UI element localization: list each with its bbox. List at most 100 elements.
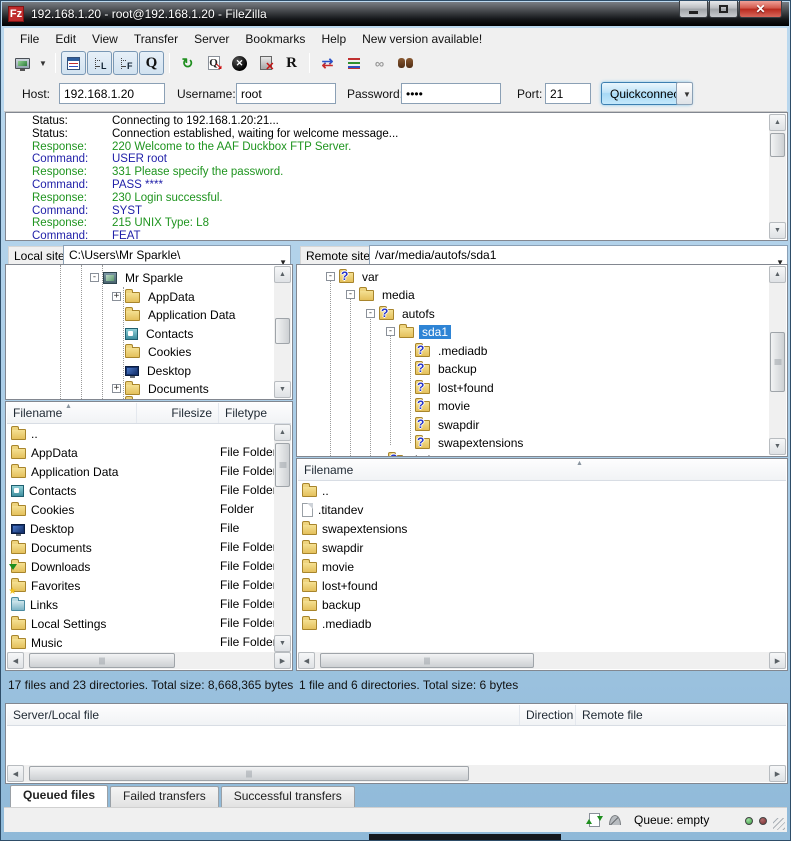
- tree-expander[interactable]: +: [112, 384, 121, 393]
- scroll-thumb[interactable]: [29, 653, 175, 668]
- local-list-hscrollbar[interactable]: ◀ ▶: [7, 652, 291, 669]
- scroll-thumb[interactable]: [770, 332, 785, 392]
- tree-expander[interactable]: +: [112, 399, 121, 400]
- tree-item-sda1[interactable]: - sda1: [298, 322, 451, 341]
- transfer-queue-pane[interactable]: Server/Local file Direction Remote file …: [5, 703, 788, 784]
- titlebar[interactable]: Fz 192.168.1.20 - root@192.168.1.20 - Fi…: [2, 2, 789, 26]
- scroll-up-icon[interactable]: ▲: [274, 266, 291, 283]
- menu-bookmarks[interactable]: Bookmarks: [237, 30, 313, 48]
- column-server-local-file[interactable]: Server/Local file: [7, 705, 520, 725]
- column-remote-file[interactable]: Remote file: [576, 705, 786, 725]
- tree-expander[interactable]: +: [112, 292, 121, 301]
- file-row[interactable]: lost+found: [298, 576, 378, 595]
- tree-item-mr-sparkle[interactable]: - Mr Sparkle: [7, 268, 186, 287]
- scroll-down-icon[interactable]: ▼: [274, 635, 291, 652]
- scroll-thumb[interactable]: [275, 443, 290, 487]
- scroll-down-icon[interactable]: ▼: [769, 438, 786, 455]
- cancel-button[interactable]: ✕: [227, 51, 252, 75]
- tree-expander[interactable]: -: [386, 327, 395, 336]
- menu-help[interactable]: Help: [313, 30, 354, 48]
- remote-file-list-pane[interactable]: Filename ▲ .. .titandev swapextensions s…: [296, 458, 788, 671]
- file-row[interactable]: .titandev: [298, 500, 363, 519]
- password-input[interactable]: [401, 83, 501, 104]
- tab-successful-transfers[interactable]: Successful transfers: [221, 786, 355, 807]
- file-row[interactable]: backup: [298, 595, 361, 614]
- file-row[interactable]: ContactsFile Folder: [7, 481, 76, 500]
- tree-item-autofs[interactable]: - autofs: [298, 304, 438, 323]
- tree-item-cookies[interactable]: Cookies: [7, 342, 194, 361]
- tree-item-swapdir[interactable]: swapdir: [298, 415, 482, 434]
- scroll-up-icon[interactable]: ▲: [769, 266, 786, 283]
- tree-expander[interactable]: -: [346, 290, 355, 299]
- tree-item-movie[interactable]: movie: [298, 396, 473, 415]
- find-files-button[interactable]: [393, 51, 418, 75]
- local-list-vscrollbar[interactable]: ▲ ▼: [274, 424, 291, 652]
- tree-item-lost-found[interactable]: lost+found: [298, 378, 497, 397]
- local-tree-pane[interactable]: - Mr Sparkle + AppData Application Data …: [5, 264, 293, 400]
- remote-tree-vscrollbar[interactable]: ▲ ▼: [769, 266, 786, 455]
- close-button[interactable]: ✕: [739, 1, 782, 18]
- file-row[interactable]: DesktopFile: [7, 519, 74, 538]
- transfer-type-icon[interactable]: [589, 813, 600, 827]
- tree-item-mediadb[interactable]: .mediadb: [298, 341, 490, 360]
- scroll-down-icon[interactable]: ▼: [769, 222, 786, 239]
- tree-item-contacts[interactable]: Contacts: [7, 324, 196, 343]
- filename-filters-button[interactable]: [341, 51, 366, 75]
- toggle-remote-tree-button[interactable]: F: [113, 51, 138, 75]
- file-row[interactable]: LinksFile Folder: [7, 595, 58, 614]
- file-row[interactable]: AppDataFile Folder: [7, 443, 78, 462]
- tree-item-downloads[interactable]: + Downloads: [7, 394, 210, 400]
- file-row[interactable]: DownloadsFile Folder: [7, 557, 90, 576]
- quickconnect-dropdown[interactable]: ▼: [676, 82, 693, 105]
- tree-expander[interactable]: -: [326, 272, 335, 281]
- file-row[interactable]: movie: [298, 557, 354, 576]
- tree-item-desktop[interactable]: Desktop: [7, 361, 194, 380]
- minimize-button[interactable]: [679, 1, 708, 18]
- scroll-left-icon[interactable]: ◀: [7, 765, 24, 782]
- file-row[interactable]: .mediadb: [298, 614, 371, 633]
- remote-list-hscrollbar[interactable]: ◀ ▶: [298, 652, 786, 669]
- site-manager-button[interactable]: [10, 51, 35, 75]
- column-filetype[interactable]: Filetype: [219, 403, 293, 423]
- scroll-up-icon[interactable]: ▲: [769, 114, 786, 131]
- process-queue-button[interactable]: Q↘: [201, 51, 226, 75]
- menu-server[interactable]: Server: [186, 30, 237, 48]
- refresh-button[interactable]: ↻: [175, 51, 200, 75]
- file-row[interactable]: swapdir: [298, 538, 363, 557]
- menu-file[interactable]: File: [12, 30, 47, 48]
- local-tree-vscrollbar[interactable]: ▲ ▼: [274, 266, 291, 398]
- remote-site-combo[interactable]: /var/media/autofs/sda1 ▼: [369, 245, 788, 266]
- resize-grip[interactable]: [773, 818, 785, 830]
- host-input[interactable]: [59, 83, 165, 104]
- menu-transfer[interactable]: Transfer: [126, 30, 186, 48]
- tree-item-backup[interactable]: backup: [298, 359, 480, 378]
- menu-edit[interactable]: Edit: [47, 30, 84, 48]
- tab-queued-files[interactable]: Queued files: [10, 785, 108, 807]
- column-direction[interactable]: Direction: [520, 705, 576, 725]
- tree-item-application-data[interactable]: Application Data: [7, 305, 238, 324]
- column-filename[interactable]: Filename: [298, 460, 786, 480]
- directory-comparison-button[interactable]: ⇄: [315, 51, 340, 75]
- scroll-thumb[interactable]: [29, 766, 469, 781]
- tree-item-appdata[interactable]: + AppData: [7, 287, 198, 306]
- speed-limits-icon[interactable]: [609, 815, 621, 825]
- message-log[interactable]: Status:Connecting to 192.168.1.20:21... …: [5, 112, 788, 241]
- file-row[interactable]: ..: [7, 424, 38, 443]
- file-row[interactable]: CookiesFolder: [7, 500, 74, 519]
- username-input[interactable]: [236, 83, 336, 104]
- tab-failed-transfers[interactable]: Failed transfers: [110, 786, 219, 807]
- menu-view[interactable]: View: [84, 30, 126, 48]
- file-row[interactable]: FavoritesFile Folder: [7, 576, 80, 595]
- scroll-right-icon[interactable]: ▶: [769, 652, 786, 669]
- queue-hscrollbar[interactable]: ◀ ▶: [7, 765, 786, 782]
- toggle-queue-button[interactable]: Q: [139, 51, 164, 75]
- scroll-right-icon[interactable]: ▶: [769, 765, 786, 782]
- disconnect-button[interactable]: ✕: [253, 51, 278, 75]
- file-row[interactable]: Local SettingsFile Folder: [7, 614, 106, 633]
- reconnect-button[interactable]: R: [279, 51, 304, 75]
- toggle-message-log-button[interactable]: [61, 51, 86, 75]
- tree-item-media[interactable]: - media: [298, 285, 418, 304]
- column-filesize[interactable]: Filesize: [137, 403, 219, 423]
- scroll-left-icon[interactable]: ◀: [298, 652, 315, 669]
- file-row[interactable]: MusicFile Folder: [7, 633, 62, 652]
